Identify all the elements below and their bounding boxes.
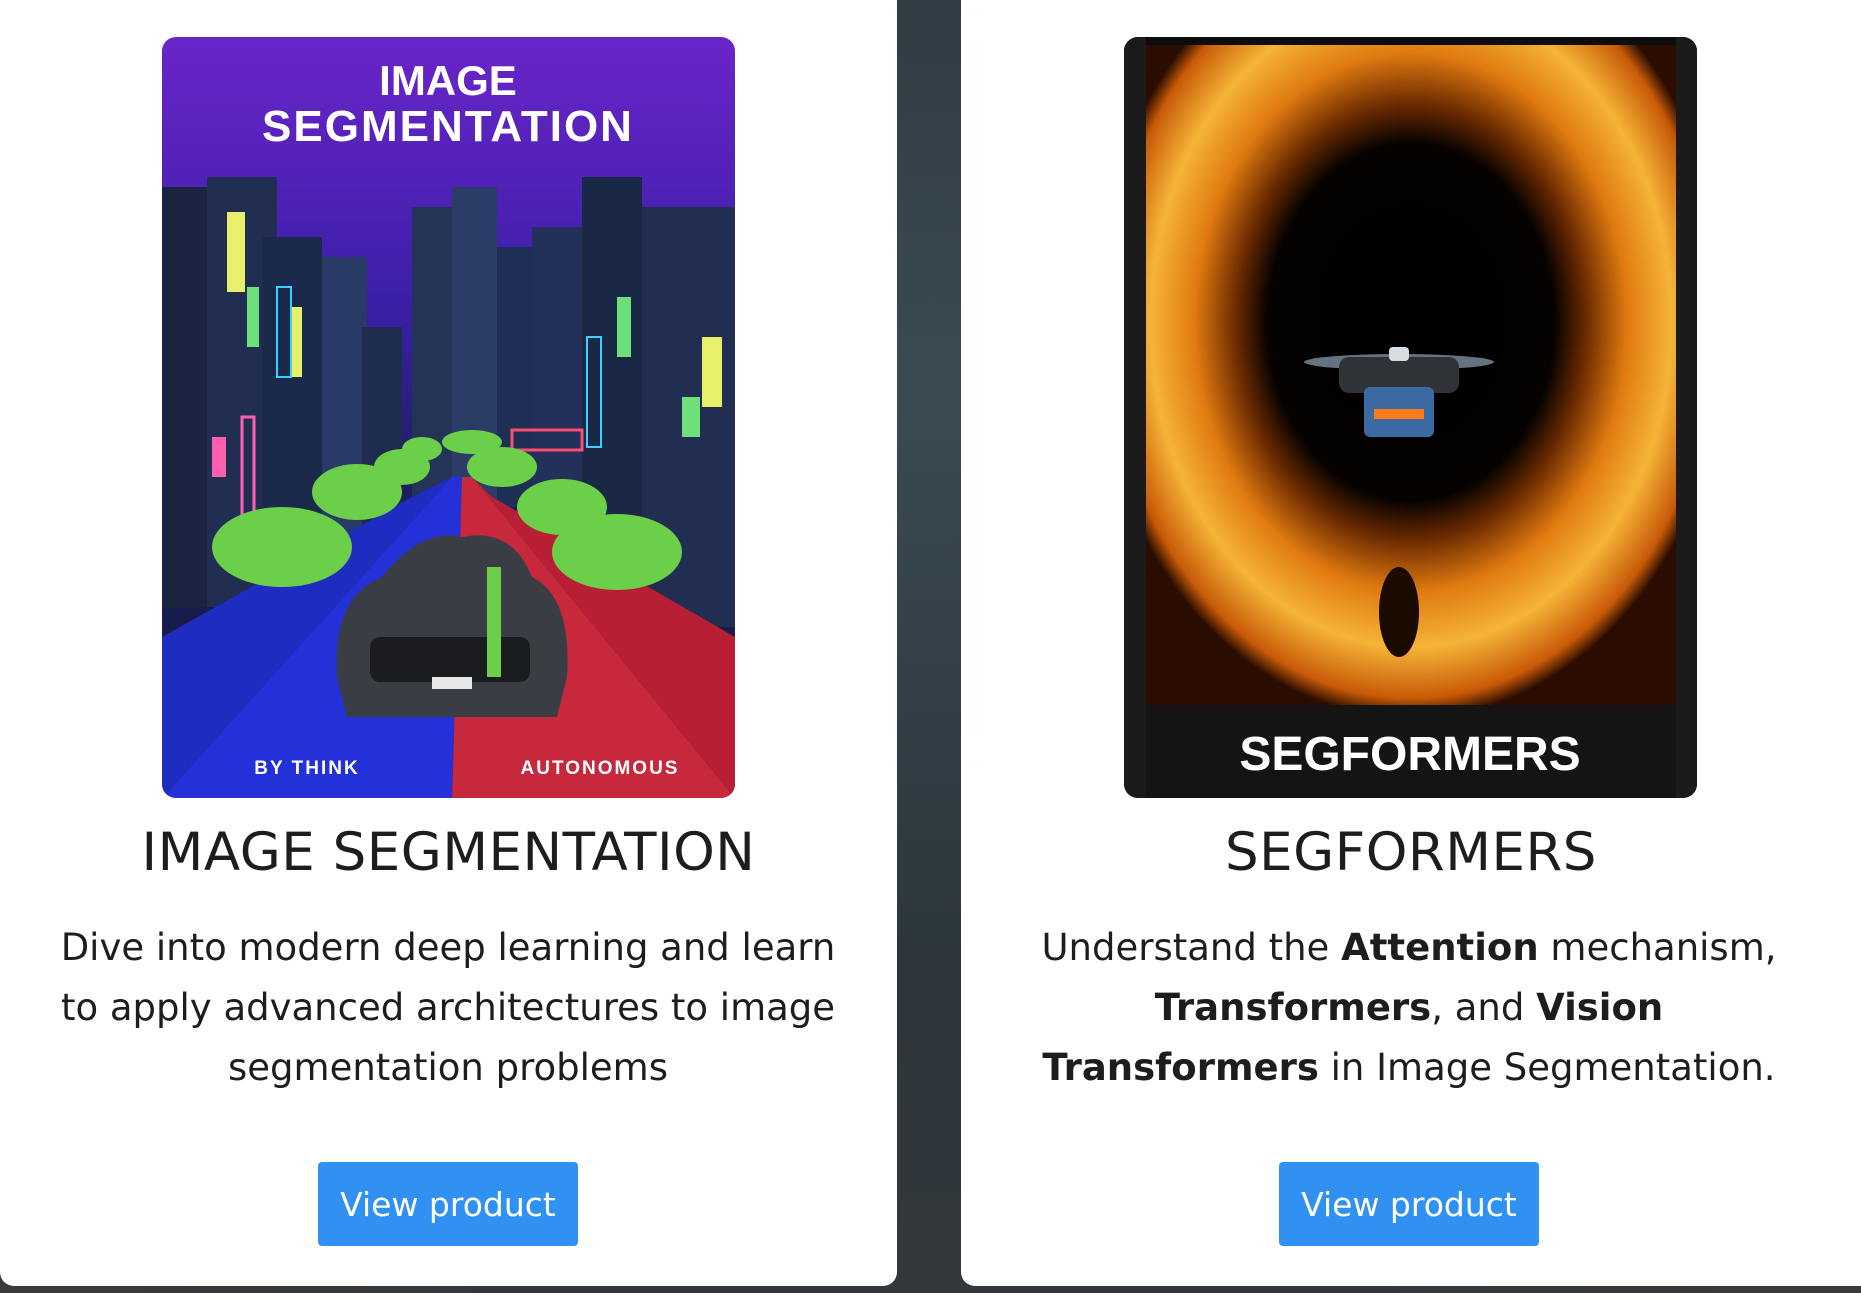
cover-footer-left: BY THINK (254, 758, 359, 779)
city-cars-illustration: IMAGE SEGMENTATION BY THINK AUTONOMOUS (162, 37, 735, 798)
description-bold-attention: Attention (1341, 926, 1539, 969)
description-text: in Image Segmentation. (1318, 1046, 1776, 1089)
description-text: mechanism, (1538, 926, 1777, 969)
product-description: Understand the Attention mechanism, Tran… (1019, 918, 1799, 1098)
fire-ring-drone-illustration: SEGFORMERS (1124, 37, 1697, 798)
segformers-cover-image[interactable]: SEGFORMERS (1124, 37, 1697, 798)
description-text: , and (1431, 986, 1537, 1029)
product-card-image-segmentation: IMAGE SEGMENTATION BY THINK AUTONOMOUS I… (0, 0, 897, 1286)
image-segmentation-cover-image[interactable]: IMAGE SEGMENTATION BY THINK AUTONOMOUS (162, 37, 735, 798)
view-product-button[interactable]: View product (318, 1162, 578, 1246)
cover-title: SEGFORMERS (1239, 728, 1580, 781)
cover-title-line1: IMAGE (379, 57, 517, 104)
product-title: IMAGE SEGMENTATION (141, 822, 756, 883)
product-title: SEGFORMERS (1225, 822, 1597, 883)
description-text: Understand the (1041, 926, 1342, 969)
view-product-button[interactable]: View product (1279, 1162, 1539, 1246)
cover-footer-right: AUTONOMOUS (521, 758, 680, 779)
description-bold-transformers: Transformers (1154, 986, 1432, 1029)
cover-title-line2: SEGMENTATION (262, 102, 634, 151)
product-card-segformers: SEGFORMERS SEGFORMERS Understand the Att… (961, 0, 1861, 1286)
product-description: Dive into modern deep learning and learn… (60, 926, 836, 1089)
